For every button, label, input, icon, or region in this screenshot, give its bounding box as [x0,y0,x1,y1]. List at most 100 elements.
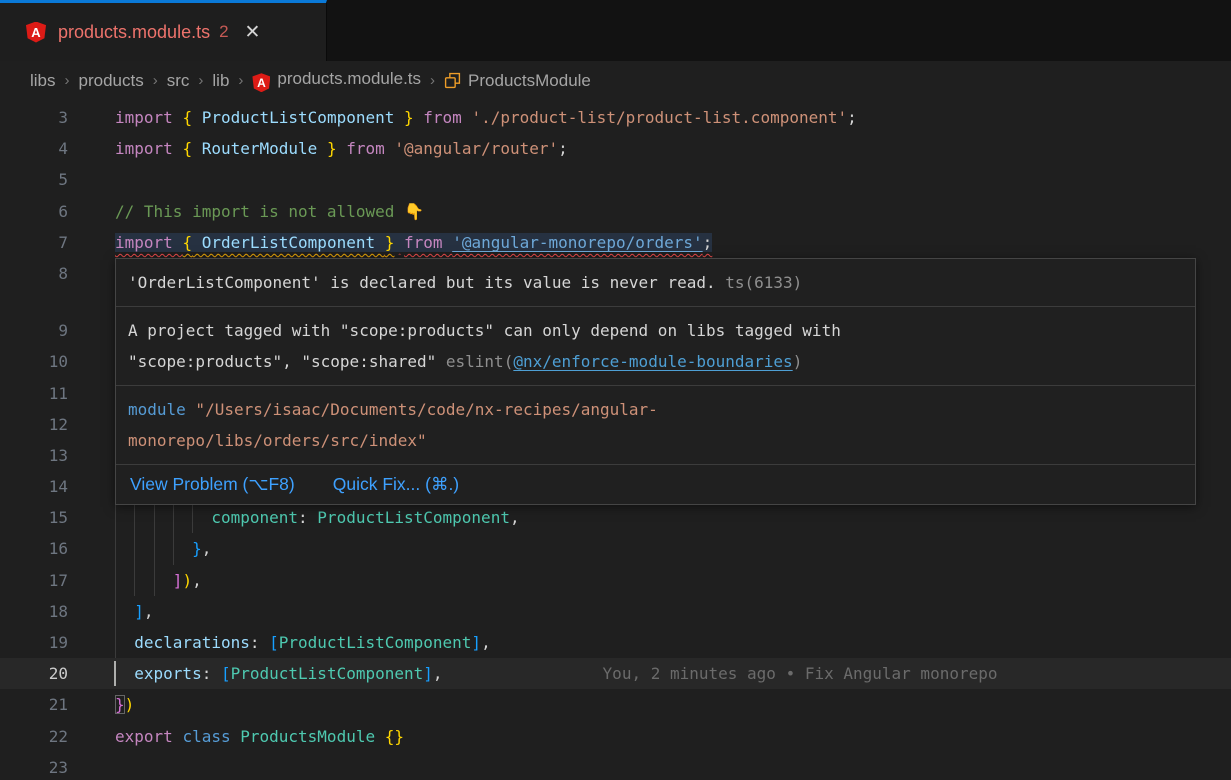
line-number: 12 [0,409,68,440]
code-token: [ [269,633,279,652]
popup-text: "/Users/isaac/Documents/code/nx-recipes/… [186,400,658,419]
code-token: component [211,508,298,527]
indent-guide [134,533,135,564]
code-token [115,633,134,652]
indent-guide [154,502,155,533]
code-token: ProductListComponent [231,664,424,683]
code-token [115,571,173,590]
view-problem-action[interactable]: View Problem (⌥F8) [130,474,295,495]
code-token: , [202,539,212,558]
indent-guide [134,565,135,596]
code-token: ; [703,233,713,252]
breadcrumb-item-productsmodule[interactable]: ProductsModule [444,71,591,91]
indent-guide [115,533,116,564]
line-number: 22 [0,721,68,752]
code-token: export [115,727,182,746]
code-line[interactable]: 22 export class ProductsModule {} [0,721,1231,752]
code-token: ) [182,571,192,590]
indent-guide [134,502,135,533]
code-token: , [510,508,520,527]
code-line[interactable]: 3import { ProductListComponent } from '.… [0,102,1231,133]
code-token [115,664,134,683]
line-number: 6 [0,196,68,227]
breadcrumb-item-products[interactable]: products [79,71,144,91]
code-token: ] [173,571,183,590]
popup-section-module-info: module "/Users/isaac/Documents/code/nx-r… [116,386,1195,465]
code-token: , [481,633,491,652]
code-line[interactable]: 6 // This import is not allowed 👇 [0,196,1231,227]
indent-guide [173,502,174,533]
angular-icon: A [26,22,46,43]
code-token: , [433,664,443,683]
chevron-right-icon: › [153,72,158,89]
code-line[interactable]: 19 declarations: [ProductListComponent], [0,627,1231,658]
code-token: declarations [134,633,250,652]
popup-text: module [128,400,186,419]
code-line[interactable]: 7import { OrderListComponent } from '@an… [0,227,1231,258]
code-line[interactable]: 23 [0,752,1231,780]
breadcrumb-item-src[interactable]: src [167,71,190,91]
code-token: RouterModule [192,139,327,158]
code-token: exports [134,664,201,683]
close-icon[interactable]: ✕ [245,23,261,42]
indent-guide [115,502,116,533]
popup-text-line: monorepo/libs/orders/src/index" [128,425,1183,456]
code-token: [ [221,664,231,683]
popup-text: A project tagged with "scope:products" c… [128,321,841,340]
popup-section-eslint-diagnostic: A project tagged with "scope:products" c… [116,307,1195,386]
code-token: ProductListComponent [279,633,472,652]
code-token: ] [471,633,481,652]
breadcrumb: libs›products›src›lib›Aproducts.module.t… [0,61,1231,100]
line-number: 3 [0,102,68,133]
code-token: } [327,139,337,158]
code-token: ProductListComponent [317,508,510,527]
code-line[interactable]: 15 component: ProductListComponent, [0,502,1231,533]
code-line[interactable]: 18 ], [0,596,1231,627]
text-cursor [114,661,116,686]
line-number: 23 [0,752,68,780]
code-line[interactable]: 17 ]), [0,565,1231,596]
code-token: ] [134,602,144,621]
code-token: OrderListComponent [192,233,385,252]
line-number: 13 [0,440,68,471]
indent-guide [154,565,155,596]
code-token: class [182,727,240,746]
code-token: from [423,108,471,127]
indent-guide [154,533,155,564]
popup-action-bar: View Problem (⌥F8) Quick Fix... (⌘.) [116,465,1195,504]
popup-section-ts-diagnostic: 'OrderListComponent' is declared but its… [116,259,1195,307]
code-line[interactable]: 16 }, [0,533,1231,564]
code-token: { [182,139,192,158]
tab-products-module[interactable]: A products.module.ts 2 ✕ [0,0,327,61]
indent-guide [115,627,116,658]
code-token: import [115,233,182,252]
code-token: ProductListComponent [192,108,404,127]
code-line[interactable]: 21}) [0,689,1231,720]
breadcrumb-item-products-module-ts[interactable]: Aproducts.module.ts [252,69,421,93]
code-token: // This import is not allowed 👇 [115,202,424,221]
tab-title: products.module.ts [58,22,210,43]
code-line[interactable]: 20 exports: [ProductListComponent],You, … [0,658,1231,689]
chevron-right-icon: › [198,72,203,89]
hover-diagnostics-popup: 'OrderListComponent' is declared but its… [115,258,1196,505]
code-token: import [115,139,182,158]
line-number: 11 [0,378,68,409]
code-token [115,602,134,621]
git-blame-annotation: You, 2 minutes ago • Fix Angular monorep… [603,664,998,683]
code-token: } [192,539,202,558]
breadcrumb-item-lib[interactable]: lib [212,71,229,91]
code-token: ProductsModule [240,727,385,746]
code-token: {} [385,727,404,746]
rule-link[interactable]: @nx/enforce-module-boundaries [513,352,792,371]
line-number: 5 [0,164,68,195]
quick-fix-action[interactable]: Quick Fix... (⌘.) [333,474,459,495]
popup-text-line: module "/Users/isaac/Documents/code/nx-r… [128,394,1183,425]
breadcrumb-item-libs[interactable]: libs [30,71,56,91]
module-link[interactable]: '@angular-monorepo/orders' [452,233,702,252]
popup-text: ts(6133) [716,273,803,292]
popup-text-line: "scope:products", "scope:shared" eslint(… [128,346,1183,377]
code-line[interactable]: 5 [0,164,1231,195]
code-line[interactable]: 4import { RouterModule } from '@angular/… [0,133,1231,164]
class-symbol-icon [444,72,461,89]
line-number: 15 [0,502,68,533]
